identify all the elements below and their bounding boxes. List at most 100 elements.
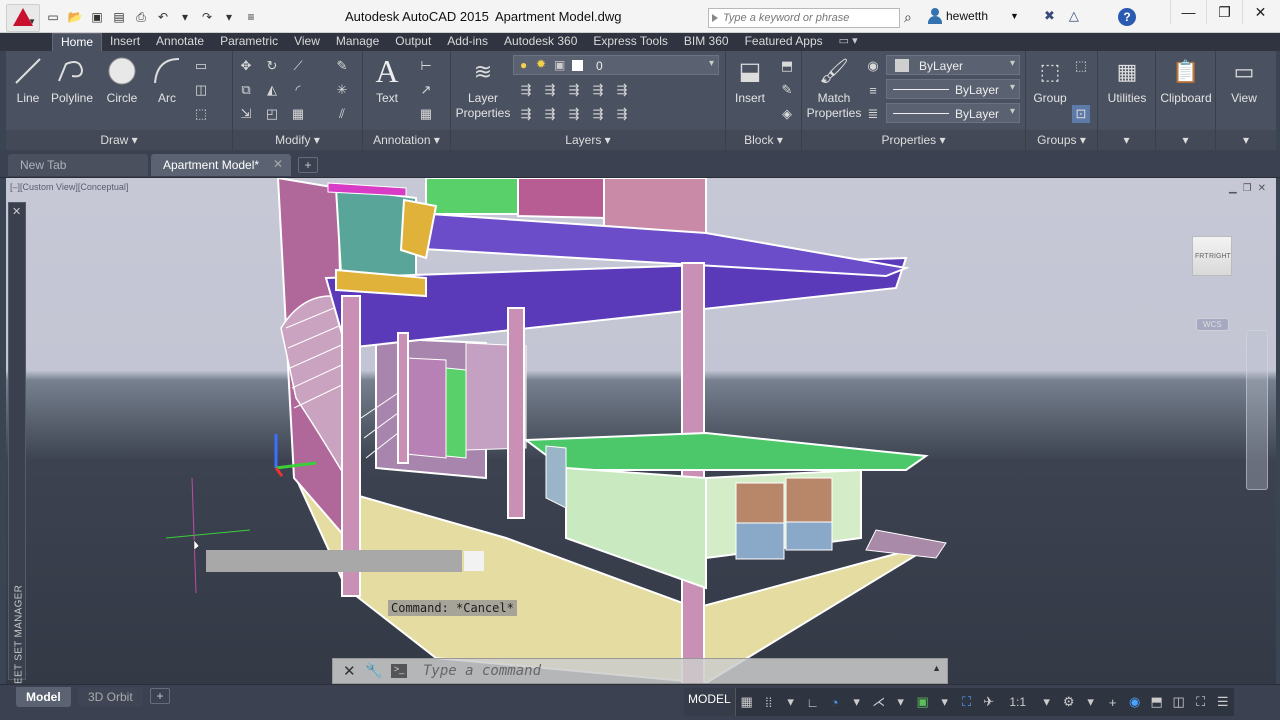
command-prompt-icon[interactable]: >_	[391, 664, 407, 678]
offset-icon[interactable]: ⫽	[333, 105, 351, 123]
explode-icon[interactable]: ✳	[333, 81, 351, 99]
tab-parametric[interactable]: Parametric	[212, 33, 286, 51]
save-as-icon[interactable]: ▤	[110, 8, 128, 26]
object-snap-icon[interactable]: ▣	[912, 688, 934, 716]
array-icon[interactable]: ▦	[289, 105, 307, 123]
close-icon[interactable]: ✕	[273, 157, 283, 171]
tab-output[interactable]: Output	[387, 33, 439, 51]
region-icon[interactable]: ⬚	[192, 105, 210, 123]
fillet-icon[interactable]: ◜	[289, 81, 307, 99]
tab-add-ins[interactable]: Add-ins	[439, 33, 496, 51]
clean-screen-icon[interactable]: ◫	[1168, 688, 1190, 716]
hardware-acceleration-icon[interactable]: ⬒	[1146, 688, 1168, 716]
plus-icon[interactable]: +	[1102, 688, 1124, 716]
close-icon[interactable]: ✕	[343, 662, 356, 680]
tab-featured-apps[interactable]: Featured Apps	[737, 33, 831, 51]
rectangle-icon[interactable]: ▭	[192, 57, 210, 75]
mirror-icon[interactable]: ◭	[263, 81, 281, 99]
ortho-icon[interactable]: ∟	[802, 688, 824, 716]
trim-icon[interactable]: ⟋	[289, 57, 307, 75]
layer-tool-icon[interactable]: ⇶	[589, 105, 607, 123]
open-file-icon[interactable]: 📂	[66, 8, 84, 26]
layer-tool-icon[interactable]: ⇶	[565, 105, 583, 123]
circle-tool[interactable]: Circle	[98, 55, 146, 106]
fullscreen-icon[interactable]: ⛶	[1190, 688, 1212, 716]
ribbon-minimize-icon[interactable]: ▭ ▾	[831, 33, 866, 51]
navigation-bar[interactable]	[1246, 330, 1268, 490]
arc-tool[interactable]: Arc	[143, 55, 191, 106]
customization-menu-icon[interactable]: ☰	[1212, 688, 1234, 716]
tab-manage[interactable]: Manage	[328, 33, 387, 51]
tab-insert[interactable]: Insert	[102, 33, 148, 51]
line-tool[interactable]: Line	[4, 55, 52, 106]
tab-express-tools[interactable]: Express Tools	[585, 33, 675, 51]
undo-icon[interactable]: ↶	[154, 8, 172, 26]
properties-panel-title[interactable]: Properties ▾	[802, 130, 1025, 150]
layer-tool-icon[interactable]: ⇶	[613, 81, 631, 99]
wcs-menu[interactable]: WCS	[1196, 318, 1229, 331]
text-tool[interactable]: A Text	[363, 55, 411, 106]
layer-tool-icon[interactable]: ⇶	[589, 81, 607, 99]
grid-icon[interactable]: ▦	[736, 688, 758, 716]
auto-scale-icon[interactable]: ✈	[978, 688, 1000, 716]
hatch-icon[interactable]: ◫	[192, 81, 210, 99]
search-input[interactable]: Type a keyword or phrase	[708, 8, 900, 28]
layer-tool-icon[interactable]: ⇶	[517, 105, 535, 123]
add-file-tab-button[interactable]: +	[298, 157, 318, 173]
edit-block-icon[interactable]: ✎	[778, 81, 796, 99]
dropdown-icon[interactable]: ▾	[890, 688, 912, 716]
viewcube[interactable]: FRT RIGHT	[1192, 236, 1232, 276]
draw-panel-title[interactable]: Draw ▾	[6, 130, 232, 150]
dropdown-icon[interactable]: ▾	[846, 688, 868, 716]
view-panel-expander[interactable]: ▾	[1216, 130, 1276, 150]
modify-panel-title[interactable]: Modify ▾	[233, 130, 362, 150]
maximize-button[interactable]: ❐	[1206, 0, 1242, 24]
close-button[interactable]: ✕	[1242, 0, 1278, 24]
polar-tracking-icon[interactable]: ◔	[824, 688, 846, 716]
layer-dropdown[interactable]: ● ✹ ▣ 0	[513, 55, 719, 75]
annotation-visibility-icon[interactable]: ⛶	[956, 688, 978, 716]
snap-icon[interactable]: ⁞⁞	[758, 688, 780, 716]
leader-icon[interactable]: ↗	[417, 81, 435, 99]
copy-icon[interactable]: ⧉	[237, 81, 255, 99]
clipboard-tool[interactable]: 📋 Clipboard	[1156, 55, 1216, 106]
tab-autodesk-360[interactable]: Autodesk 360	[496, 33, 585, 51]
tab-view[interactable]: View	[286, 33, 328, 51]
binoculars-icon[interactable]: ⌕	[904, 9, 912, 26]
viewcube-right-face[interactable]: RIGHT	[1209, 253, 1231, 260]
layer-properties-tool[interactable]: ≋ Layer Properties	[455, 55, 511, 121]
add-layout-button[interactable]: +	[150, 688, 170, 704]
close-icon[interactable]: ✕	[1258, 183, 1266, 194]
color-dropdown[interactable]: ByLayer	[886, 55, 1020, 75]
file-tab-apartment-model[interactable]: Apartment Model* ✕	[151, 154, 291, 176]
close-icon[interactable]: ✕	[12, 205, 21, 218]
viewport-controls-label[interactable]: [–][Custom View][Conceptual]	[10, 182, 128, 192]
restore-icon[interactable]: ❐	[1243, 183, 1252, 194]
view-tool[interactable]: ▭ View	[1220, 55, 1268, 106]
group-selection-icon[interactable]: ⊡	[1072, 105, 1090, 123]
save-icon[interactable]: ▣	[88, 8, 106, 26]
file-tab-new[interactable]: New Tab	[8, 154, 148, 176]
block-panel-title[interactable]: Block ▾	[726, 130, 801, 150]
sheet-set-manager-palette[interactable]: ✕ SHEET SET MANAGER	[8, 202, 26, 684]
dynamic-input-field[interactable]	[206, 550, 462, 572]
isolate-objects-icon[interactable]: ◉	[1124, 688, 1146, 716]
linetype-dropdown[interactable]: ByLayer	[886, 79, 1020, 99]
utilities-panel-expander[interactable]: ▾	[1098, 130, 1155, 150]
dimension-icon[interactable]: ⊢	[417, 57, 435, 75]
rotate-icon[interactable]: ↻	[263, 57, 281, 75]
clipboard-panel-expander[interactable]: ▾	[1156, 130, 1215, 150]
annotation-scale[interactable]: 1:1	[1000, 688, 1036, 716]
erase-icon[interactable]: ✎	[333, 57, 351, 75]
groups-panel-title[interactable]: Groups ▾	[1026, 130, 1097, 150]
minimize-button[interactable]: —	[1170, 0, 1206, 24]
isodraft-icon[interactable]: ⋌	[868, 688, 890, 716]
attribute-icon[interactable]: ◈	[778, 105, 796, 123]
table-icon[interactable]: ▦	[417, 105, 435, 123]
minimize-icon[interactable]: ▁	[1229, 183, 1237, 194]
exchange-apps-icon[interactable]: ✖	[1044, 8, 1055, 24]
scale-icon[interactable]: ◰	[263, 105, 281, 123]
tab-annotate[interactable]: Annotate	[148, 33, 212, 51]
customize-toolbar-icon[interactable]: ≡	[242, 8, 260, 26]
drawing-viewport[interactable]: [–][Custom View][Conceptual] ▁ ❐ ✕ FRT R…	[6, 178, 1276, 684]
